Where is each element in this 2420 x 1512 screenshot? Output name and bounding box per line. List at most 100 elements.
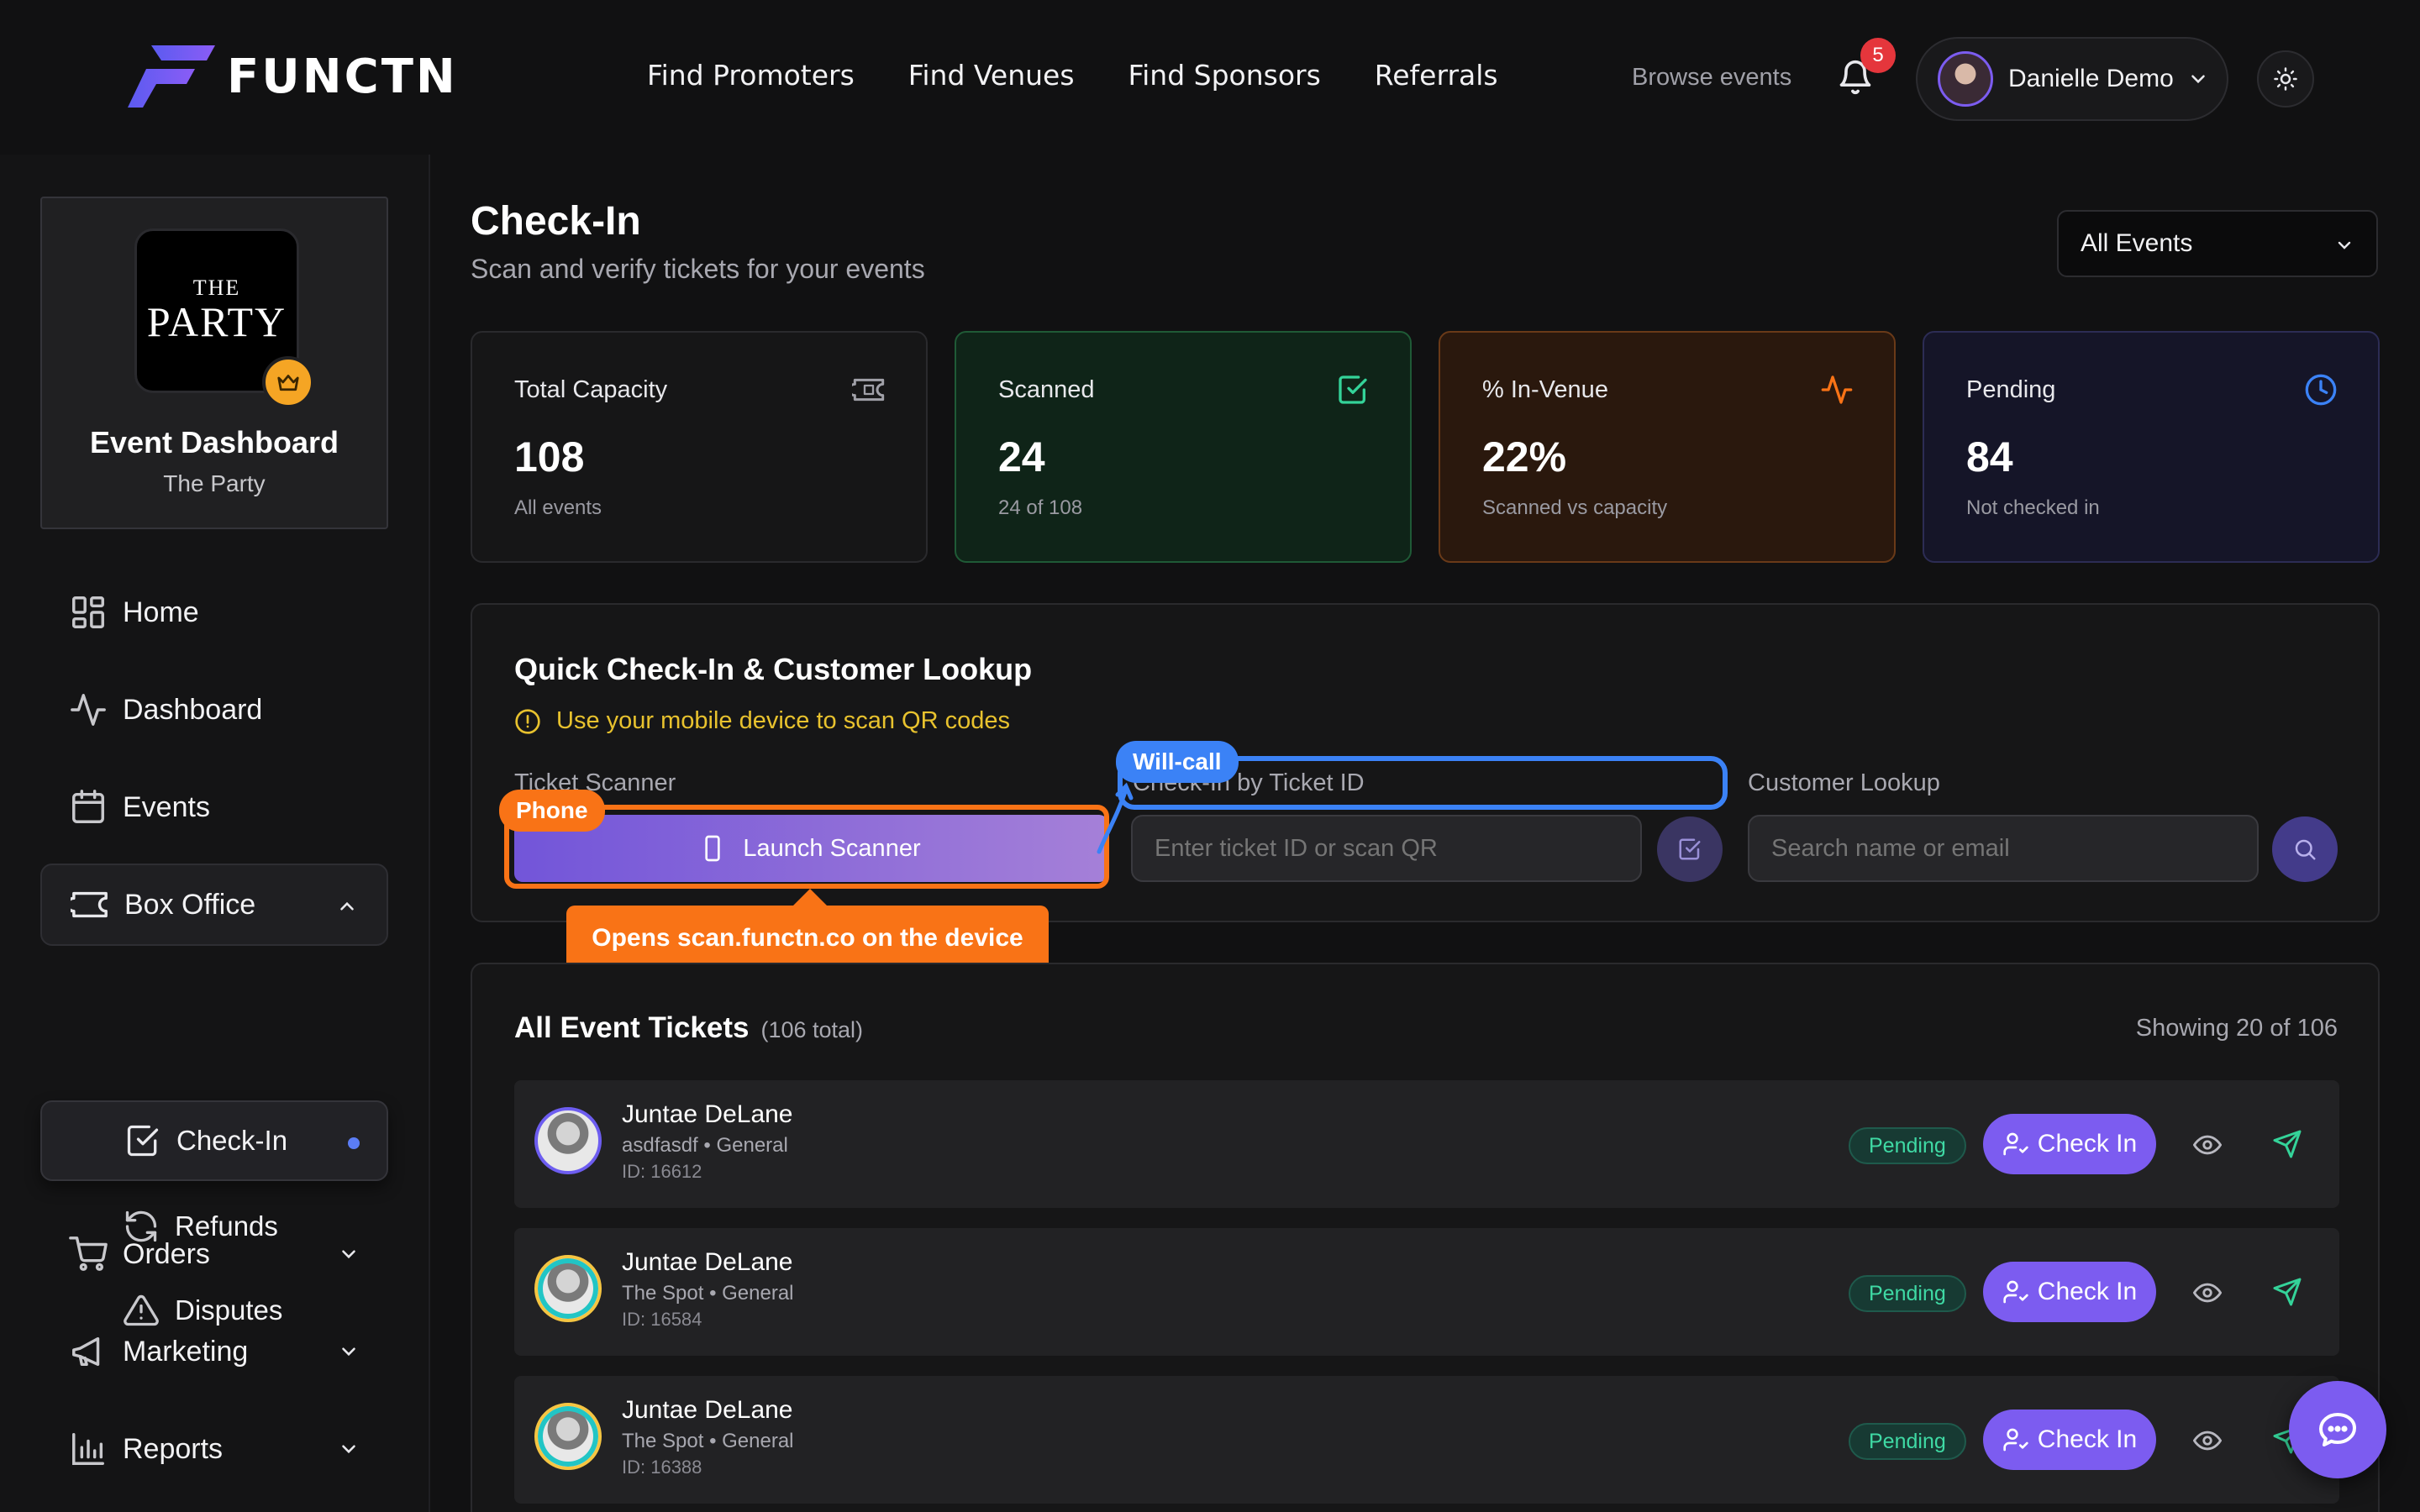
tickets-title: All Event Tickets (106 total) xyxy=(514,1011,863,1045)
chevron-down-icon xyxy=(342,1347,355,1357)
event-card[interactable]: THE PARTY Event Dashboard The Party xyxy=(40,197,388,529)
check-square-icon xyxy=(1339,375,1367,404)
sidebar-item-label: Check-In xyxy=(176,1125,288,1156)
sidebar-item-marketing[interactable]: Marketing xyxy=(40,1310,388,1393)
table-row[interactable]: Juntae DeLane asdfasdf • General ID: 166… xyxy=(514,1080,2339,1208)
chat-support-button[interactable] xyxy=(2289,1381,2386,1478)
user-check-icon xyxy=(2003,1132,2028,1156)
user-menu[interactable]: Danielle Demo xyxy=(1916,37,2228,121)
chevron-down-icon xyxy=(2338,241,2351,249)
check-in-button[interactable]: Check In xyxy=(1983,1262,2156,1322)
bar-chart-icon xyxy=(72,1433,104,1465)
sidebar-item-box-office[interactable]: Box Office xyxy=(40,864,388,946)
nav-find-sponsors[interactable]: Find Sponsors xyxy=(1128,59,1321,92)
chevron-down-icon xyxy=(342,1445,355,1454)
stat-note: Not checked in xyxy=(1966,496,2100,519)
ticket-meta: The Spot • General xyxy=(622,1282,794,1305)
eye-icon[interactable] xyxy=(2193,1131,2222,1159)
eye-icon[interactable] xyxy=(2193,1426,2222,1455)
check-square-icon xyxy=(127,1125,159,1157)
phone-annotation-callout: Opens scan.functn.co on the device xyxy=(566,906,1049,971)
ticket-id-input[interactable] xyxy=(1131,815,1642,882)
ticket-holder-name: Juntae DeLane xyxy=(622,1396,793,1424)
user-name: Danielle Demo xyxy=(2008,65,2174,92)
send-icon[interactable] xyxy=(2272,1129,2302,1159)
event-name: The Party xyxy=(163,470,266,496)
tickets-total: (106 total) xyxy=(760,1017,864,1042)
nav-find-promoters[interactable]: Find Promoters xyxy=(647,59,855,92)
activity-icon xyxy=(1821,375,1853,404)
activity-icon xyxy=(71,694,106,726)
chevron-up-icon xyxy=(340,901,354,911)
cart-icon xyxy=(69,1236,108,1271)
check-in-label: Check In xyxy=(2037,1425,2138,1453)
grid-icon xyxy=(72,596,104,628)
avatar xyxy=(534,1255,602,1322)
user-check-icon xyxy=(2003,1280,2028,1304)
nav-referrals[interactable]: Referrals xyxy=(1375,59,1498,92)
megaphone-icon xyxy=(72,1336,100,1367)
send-icon[interactable] xyxy=(2272,1277,2302,1307)
sidebar-item-events[interactable]: Events xyxy=(40,766,388,848)
sidebar-item-dashboard[interactable]: Dashboard xyxy=(40,669,388,751)
check-in-button[interactable]: Check In xyxy=(1983,1114,2156,1174)
check-in-label: Check In xyxy=(2037,1130,2138,1158)
chevron-down-icon xyxy=(2191,75,2205,84)
scan-hint: Use your mobile device to scan QR codes xyxy=(514,707,1010,735)
nav-find-venues[interactable]: Find Venues xyxy=(908,59,1075,92)
clock-icon xyxy=(2305,374,2337,406)
browse-events-link[interactable]: Browse events xyxy=(1632,64,1791,92)
search-icon xyxy=(2295,839,2316,860)
sidebar-item-home[interactable]: Home xyxy=(40,571,388,654)
sidebar-item-check-in[interactable]: Check-In xyxy=(40,1100,388,1181)
customer-search-input[interactable] xyxy=(1748,815,2259,882)
callout-pointer xyxy=(792,889,829,907)
theme-toggle-button[interactable] xyxy=(2257,50,2314,108)
sidebar-item-label: Reports xyxy=(123,1432,224,1465)
check-in-button[interactable]: Check In xyxy=(1983,1410,2156,1470)
stat-value: 24 xyxy=(998,433,1045,480)
notification-badge: 5 xyxy=(1860,38,1896,73)
customer-search-button[interactable] xyxy=(2272,816,2338,882)
brand-name: FUNCTN xyxy=(227,49,458,104)
ticket-holder-name: Juntae DeLane xyxy=(622,1100,793,1128)
eye-icon[interactable] xyxy=(2193,1278,2222,1307)
functn-logo[interactable]: FUNCTN xyxy=(128,45,458,108)
page-title: Check-In xyxy=(471,199,641,244)
stat-value: 84 xyxy=(1966,433,2013,480)
crown-icon xyxy=(262,356,314,408)
will-call-annotation-tag: Will-call xyxy=(1116,741,1239,783)
ticket-id: ID: 16584 xyxy=(622,1309,702,1330)
event-logo-text-large: PARTY xyxy=(146,298,287,345)
ticket-meta: asdfasdf • General xyxy=(622,1134,788,1157)
stat-value: 22% xyxy=(1482,433,1567,480)
quick-checkin-title: Quick Check-In & Customer Lookup xyxy=(514,652,1033,686)
ticket-icon xyxy=(71,891,108,918)
chat-bubble-icon xyxy=(2319,1413,2356,1446)
tickets-showing-count: Showing 20 of 106 xyxy=(2135,1015,2338,1042)
avatar xyxy=(1938,51,1993,107)
table-row[interactable]: Juntae DeLane The Spot • General ID: 165… xyxy=(514,1228,2339,1356)
sidebar-item-label: Dashboard xyxy=(123,693,263,726)
sidebar-item-reports[interactable]: Reports xyxy=(40,1408,388,1490)
phone-annotation-tag: Phone xyxy=(499,790,605,832)
ticket-meta: The Spot • General xyxy=(622,1430,794,1452)
active-indicator-dot xyxy=(348,1137,360,1149)
sun-icon xyxy=(2274,67,2297,91)
check-in-label: Check In xyxy=(2037,1278,2138,1305)
event-filter-select[interactable]: All Events xyxy=(2057,210,2378,277)
table-row[interactable]: Juntae DeLane The Spot • General ID: 163… xyxy=(514,1376,2339,1504)
annotation-connector xyxy=(1097,782,1134,854)
page-subtitle: Scan and verify tickets for your events xyxy=(471,254,925,284)
check-ticket-button[interactable] xyxy=(1657,816,1723,882)
alert-circle-icon xyxy=(515,708,540,734)
avatar xyxy=(534,1403,602,1470)
user-check-icon xyxy=(2003,1428,2028,1452)
ticket-id: ID: 16612 xyxy=(622,1161,702,1182)
sidebar-item-label: Marketing xyxy=(123,1335,249,1368)
stat-note: All events xyxy=(514,496,602,519)
customer-lookup-label: Customer Lookup xyxy=(1748,769,1940,796)
sidebar-item-orders[interactable]: Orders xyxy=(40,1213,388,1295)
tickets-title-text: All Event Tickets xyxy=(514,1011,750,1044)
main-nav: Find Promoters Find Venues Find Sponsors… xyxy=(647,59,1552,92)
